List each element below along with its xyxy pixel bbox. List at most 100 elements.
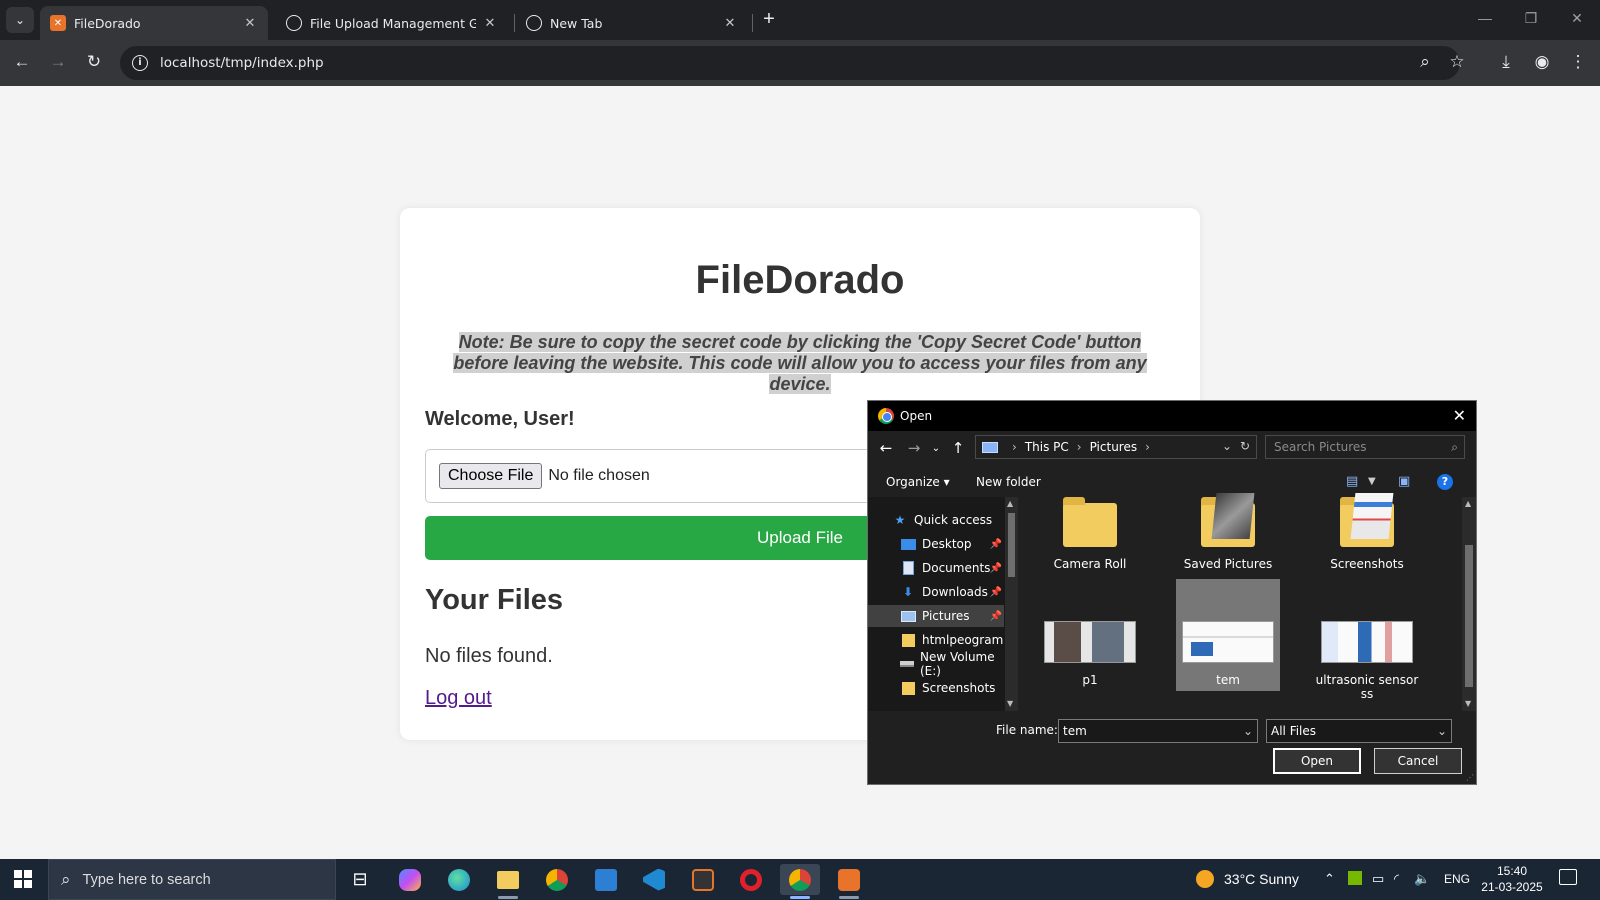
item-label: Camera Roll: [1053, 557, 1127, 571]
breadcrumb-pictures[interactable]: Pictures: [1090, 440, 1138, 454]
forward-arrow-icon[interactable]: →: [46, 52, 70, 72]
wifi-icon[interactable]: ◜: [1394, 871, 1399, 887]
choose-file-button[interactable]: Choose File: [439, 463, 543, 489]
folder-saved-pictures[interactable]: Saved Pictures: [1176, 493, 1280, 577]
organize-button[interactable]: Organize ▾: [886, 475, 950, 489]
dialog-close-icon[interactable]: ✕: [1453, 406, 1466, 425]
nav-downloads[interactable]: ⬇ Downloads 📌: [868, 581, 1004, 603]
bookmark-star-icon[interactable]: ☆: [1445, 52, 1469, 72]
address-bar[interactable]: i localhost/tmp/index.php: [120, 46, 1460, 80]
help-icon[interactable]: ?: [1437, 474, 1453, 490]
file-explorer-icon[interactable]: [488, 864, 528, 899]
cancel-button[interactable]: Cancel: [1374, 748, 1462, 774]
windows-start-icon[interactable]: [14, 870, 32, 888]
nav-htmlpeogram[interactable]: htmlpeogram: [868, 629, 1004, 651]
language-indicator[interactable]: ENG: [1444, 872, 1470, 886]
nav-desktop[interactable]: Desktop 📌: [868, 533, 1004, 555]
nav-documents[interactable]: Documents 📌: [868, 557, 1004, 579]
recent-locations-icon[interactable]: ⌄: [926, 443, 946, 454]
tab-search-button[interactable]: ⌄: [6, 7, 34, 33]
folder-screenshots[interactable]: Screenshots: [1315, 493, 1419, 577]
minimize-icon[interactable]: —: [1470, 10, 1500, 26]
search-placeholder: Search Pictures: [1274, 440, 1367, 454]
search-pictures-input[interactable]: Search Pictures ⌕: [1265, 435, 1465, 459]
microsoft-store-icon[interactable]: [586, 864, 626, 895]
scrollbar-thumb[interactable]: [1465, 545, 1473, 687]
scrollbar-thumb[interactable]: [1008, 513, 1015, 577]
notification-center-icon[interactable]: [1559, 869, 1577, 885]
xampp-control-icon[interactable]: [683, 864, 723, 895]
close-tab-icon[interactable]: ✕: [242, 16, 258, 31]
refresh-icon[interactable]: ↻: [1240, 439, 1250, 453]
close-window-icon[interactable]: ✕: [1562, 10, 1592, 27]
preview-pane-icon[interactable]: ▣: [1398, 474, 1410, 489]
site-info-icon[interactable]: i: [132, 55, 148, 71]
tab-filedorado[interactable]: ✕ FileDorado ✕: [40, 6, 268, 40]
nvidia-icon[interactable]: [1348, 871, 1362, 888]
download-icon: ⬇: [902, 585, 914, 599]
show-hidden-icons-icon[interactable]: ⌃: [1324, 871, 1335, 887]
scroll-up-icon[interactable]: ▲: [1007, 499, 1013, 508]
menu-kebab-icon[interactable]: ⋮: [1566, 52, 1590, 72]
chrome-icon[interactable]: [537, 864, 577, 895]
task-view-icon[interactable]: ⊟: [340, 864, 380, 895]
view-dropdown-icon[interactable]: ▼: [1368, 476, 1376, 487]
chrome-profile-icon[interactable]: [780, 864, 820, 899]
close-tab-icon[interactable]: ✕: [722, 16, 738, 31]
edge-icon[interactable]: [439, 864, 479, 895]
meet-now-icon[interactable]: ▭: [1372, 871, 1384, 887]
note-text: Note: Be sure to copy the secret code by…: [453, 332, 1147, 394]
scroll-down-icon[interactable]: ▼: [1465, 699, 1471, 708]
volume-muted-icon[interactable]: 🔈: [1414, 871, 1430, 887]
zoom-icon[interactable]: ⌕: [1413, 52, 1437, 72]
weather-text[interactable]: 33°C Sunny: [1224, 871, 1299, 887]
reload-icon[interactable]: ↻: [82, 52, 106, 72]
image-ultrasonic-sensor-ss[interactable]: ultrasonic sensor ss: [1315, 579, 1419, 707]
open-button[interactable]: Open: [1273, 748, 1361, 774]
clock[interactable]: 15:40 21-03-2025: [1478, 863, 1546, 895]
dialog-forward-icon[interactable]: →: [904, 439, 924, 457]
star-icon: ★: [894, 513, 906, 527]
xampp-icon[interactable]: [829, 864, 869, 899]
nav-screenshots[interactable]: Screenshots: [868, 677, 1004, 699]
scroll-up-icon[interactable]: ▲: [1465, 499, 1471, 508]
image-p1[interactable]: p1: [1038, 579, 1142, 691]
profile-icon[interactable]: ◉: [1530, 52, 1554, 72]
weather-sun-icon[interactable]: [1196, 870, 1214, 888]
taskbar-search-box[interactable]: ⌕ Type here to search: [48, 859, 336, 900]
folder-icon: [1201, 493, 1255, 547]
dialog-back-icon[interactable]: ←: [876, 439, 896, 457]
vscode-icon[interactable]: [634, 864, 674, 895]
copilot-icon[interactable]: [390, 864, 430, 895]
file-type-select[interactable]: All Files ⌄: [1266, 719, 1452, 743]
nav-pictures[interactable]: Pictures 📌: [868, 605, 1004, 627]
opera-icon[interactable]: [731, 864, 771, 895]
path-breadcrumb[interactable]: › This PC › Pictures › ⌄ ↻: [975, 435, 1257, 459]
download-icon[interactable]: ⤓: [1494, 52, 1518, 72]
file-name-input[interactable]: tem ⌄: [1058, 719, 1258, 743]
resize-grip-icon[interactable]: ⋰: [1466, 773, 1474, 782]
openai-favicon-icon: [286, 15, 302, 31]
nav-new-volume[interactable]: New Volume (E:): [868, 650, 1004, 678]
new-tab-plus-icon[interactable]: +: [758, 8, 780, 31]
change-view-icon[interactable]: ▤: [1346, 474, 1358, 489]
folder-camera-roll[interactable]: Camera Roll: [1038, 497, 1142, 577]
path-dropdown-icon[interactable]: ⌄: [1222, 439, 1232, 453]
restore-icon[interactable]: ❐: [1516, 10, 1546, 27]
navigation-scrollbar[interactable]: ▲ ▼: [1005, 497, 1018, 711]
chevron-down-icon[interactable]: ⌄: [1243, 720, 1253, 742]
logout-link[interactable]: Log out: [425, 687, 492, 710]
up-folder-icon[interactable]: ↑: [948, 439, 968, 457]
nav-quick-access[interactable]: ★ Quick access: [868, 509, 1004, 531]
back-arrow-icon[interactable]: ←: [10, 52, 34, 72]
file-list-scrollbar[interactable]: ▲ ▼: [1462, 497, 1476, 711]
image-tem[interactable]: tem: [1176, 579, 1280, 691]
tab-new-tab[interactable]: New Tab ✕: [516, 6, 748, 40]
breadcrumb-this-pc[interactable]: This PC: [1025, 440, 1069, 454]
close-tab-icon[interactable]: ✕: [482, 16, 498, 31]
new-folder-button[interactable]: New folder: [976, 475, 1041, 489]
item-label: Saved Pictures: [1183, 557, 1273, 571]
scroll-down-icon[interactable]: ▼: [1007, 699, 1013, 708]
folder-icon: [1340, 493, 1394, 547]
tab-file-upload-guide[interactable]: File Upload Management Guide ✕: [276, 6, 508, 40]
